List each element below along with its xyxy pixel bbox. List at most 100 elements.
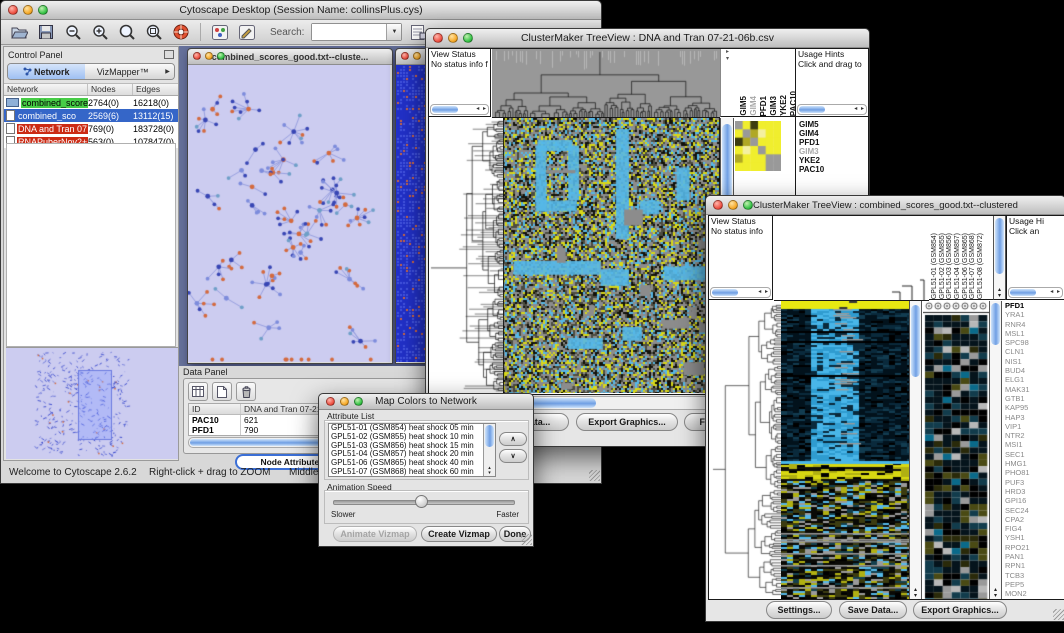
gene-label[interactable]: NIS1 xyxy=(1005,357,1064,366)
gene-label[interactable]: MON2 xyxy=(1005,589,1064,598)
export-graphics-button[interactable]: Export Graphics... xyxy=(913,601,1007,619)
gene-label[interactable]: PEP5 xyxy=(1005,580,1064,589)
col-network[interactable]: Network xyxy=(4,84,88,95)
gene-label[interactable]: CLN1 xyxy=(1005,347,1064,356)
tv2-heatmap-vscrollbar[interactable]: ▴▾ xyxy=(909,301,922,599)
tv1-column-dendrogram-canvas[interactable] xyxy=(492,49,720,118)
annotation-icon-button[interactable] xyxy=(237,22,257,42)
gene-label[interactable]: MSI1 xyxy=(1005,440,1064,449)
gene-label[interactable]: RPO21 xyxy=(1005,543,1064,552)
attribute-list[interactable]: GPL51-01 (GSM854) heat shock 05 minGPL51… xyxy=(328,423,496,477)
column-labels-vscrollbar[interactable]: ▴▾ xyxy=(993,216,1006,300)
gene-label[interactable]: GIM4 xyxy=(799,129,824,138)
gene-label[interactable]: YRA1 xyxy=(1005,310,1064,319)
minimize-icon[interactable] xyxy=(728,200,738,210)
col-nodes[interactable]: Nodes xyxy=(88,84,133,95)
tv2-zoom-canvas[interactable] xyxy=(923,301,989,599)
close-icon[interactable] xyxy=(713,200,723,210)
gene-label[interactable]: RNR4 xyxy=(1005,320,1064,329)
minimize-icon[interactable] xyxy=(413,52,421,60)
minimize-icon[interactable] xyxy=(205,52,213,60)
resize-grip[interactable] xyxy=(589,470,600,481)
view-status-hscrollbar[interactable]: ◂ ▸ xyxy=(710,287,771,298)
zoom-window-icon[interactable] xyxy=(463,33,473,43)
tv2-row-dendrogram-canvas[interactable] xyxy=(709,301,781,599)
minimize-icon[interactable] xyxy=(448,33,458,43)
title-bar[interactable]: Cytoscape Desktop (Session Name: collins… xyxy=(1,1,601,20)
title-bar[interactable]: ClusterMaker TreeView : combined_scores_… xyxy=(706,196,1064,215)
close-icon[interactable] xyxy=(326,397,335,406)
gene-label[interactable]: GPI16 xyxy=(1005,496,1064,505)
gene-label[interactable]: BUD4 xyxy=(1005,366,1064,375)
zoom-in-button[interactable] xyxy=(90,22,110,42)
birdseye-view[interactable] xyxy=(6,347,178,461)
network-list-row[interactable]: DNA and Tran 07 769(0) 183728(0) xyxy=(4,122,178,135)
search-dropdown-button[interactable]: ▼ xyxy=(386,24,401,40)
close-icon[interactable] xyxy=(193,52,201,60)
attribute-list-item[interactable]: GPL51-07 (GSM868) heat shock 60 min xyxy=(329,468,495,477)
gene-label[interactable]: SEC1 xyxy=(1005,450,1064,459)
network-list-row[interactable]: combined_scores 2764(0) 16218(0) xyxy=(4,96,178,109)
gene-label[interactable]: PHO81 xyxy=(1005,468,1064,477)
settings-button[interactable]: Settings... xyxy=(766,601,832,619)
zoom-fit-button[interactable] xyxy=(144,22,164,42)
tv1-zoom-matrix-canvas[interactable] xyxy=(735,121,781,171)
usage-hints-hscrollbar[interactable]: ◂ ▸ xyxy=(1008,287,1063,298)
gene-label[interactable]: PAC10 xyxy=(799,165,824,174)
gene-label[interactable]: HAP3 xyxy=(1005,413,1064,422)
gene-label[interactable]: KAP95 xyxy=(1005,403,1064,412)
title-bar[interactable]: ClusterMaker TreeView : DNA and Tran 07-… xyxy=(426,29,869,48)
tv2-heatmap-canvas[interactable] xyxy=(781,301,909,599)
save-data-button[interactable]: Save Data... xyxy=(839,601,907,619)
title-bar[interactable]: Map Colors to Network xyxy=(319,394,533,410)
tab-network[interactable]: Network xyxy=(8,64,85,79)
export-graphics-button[interactable]: Export Graphics... xyxy=(576,413,678,431)
gene-label[interactable]: MAK31 xyxy=(1005,385,1064,394)
gene-label[interactable]: PAN1 xyxy=(1005,552,1064,561)
gene-label[interactable]: TCB3 xyxy=(1005,571,1064,580)
gene-label[interactable]: NTR2 xyxy=(1005,431,1064,440)
gene-list-vscrollbar[interactable]: ▴▾ xyxy=(989,301,1002,599)
network-view-window[interactable]: combined_scores_good.txt--cluste... xyxy=(187,48,393,364)
float-panel-icon[interactable] xyxy=(164,50,174,59)
zoom-window-icon[interactable] xyxy=(38,5,48,15)
help-ring-icon[interactable] xyxy=(171,22,191,42)
gene-label[interactable]: PUF3 xyxy=(1005,478,1064,487)
zoom-out-button[interactable] xyxy=(63,22,83,42)
gene-label[interactable]: VIP1 xyxy=(1005,422,1064,431)
gene-label[interactable]: ELG1 xyxy=(1005,375,1064,384)
move-up-button[interactable]: ∧ xyxy=(499,432,527,446)
column-tree-scroll-strip[interactable]: ▸▾ xyxy=(720,49,734,117)
network-view-titlebar[interactable]: combined_scores_good.txt--cluste... xyxy=(188,49,392,65)
tv2-column-dendrogram-canvas[interactable] xyxy=(774,216,929,301)
tv1-heatmap-hscrollbar[interactable] xyxy=(502,396,721,410)
open-file-button[interactable] xyxy=(9,22,29,42)
minimize-icon[interactable] xyxy=(23,5,33,15)
gene-label[interactable]: GTB1 xyxy=(1005,394,1064,403)
slider-thumb-icon[interactable] xyxy=(415,495,428,508)
network-view-canvas[interactable] xyxy=(188,65,390,362)
close-icon[interactable] xyxy=(8,5,18,15)
new-attribute-button[interactable] xyxy=(212,382,232,401)
gene-label[interactable]: SPC98 xyxy=(1005,338,1064,347)
animate-vizmap-button[interactable]: Animate Vizmap xyxy=(333,526,417,542)
gene-label[interactable]: PFD1 xyxy=(1005,301,1064,310)
gene-label[interactable]: HMG1 xyxy=(1005,459,1064,468)
resize-grip[interactable] xyxy=(1053,609,1064,620)
gene-label[interactable]: SEC24 xyxy=(1005,506,1064,515)
gene-label[interactable]: FIG4 xyxy=(1005,524,1064,533)
gene-label[interactable]: MSL1 xyxy=(1005,329,1064,338)
zoom-window-icon[interactable] xyxy=(743,200,753,210)
zoom-window-icon[interactable] xyxy=(217,52,225,60)
search-input[interactable] xyxy=(312,24,386,40)
select-attributes-button[interactable] xyxy=(188,382,208,401)
create-vizmap-button[interactable]: Create Vizmap xyxy=(421,526,497,542)
tab-vizmapper[interactable]: VizMapper™ xyxy=(85,64,162,79)
col-edges[interactable]: Edges xyxy=(133,84,178,95)
zoom-actual-button[interactable] xyxy=(117,22,137,42)
close-icon[interactable] xyxy=(433,33,443,43)
gene-label[interactable]: CPA2 xyxy=(1005,515,1064,524)
zoom-window-icon[interactable] xyxy=(354,397,363,406)
view-status-hscrollbar[interactable]: ◂ ▸ xyxy=(430,104,489,115)
gene-label[interactable]: YKE2 xyxy=(799,156,824,165)
